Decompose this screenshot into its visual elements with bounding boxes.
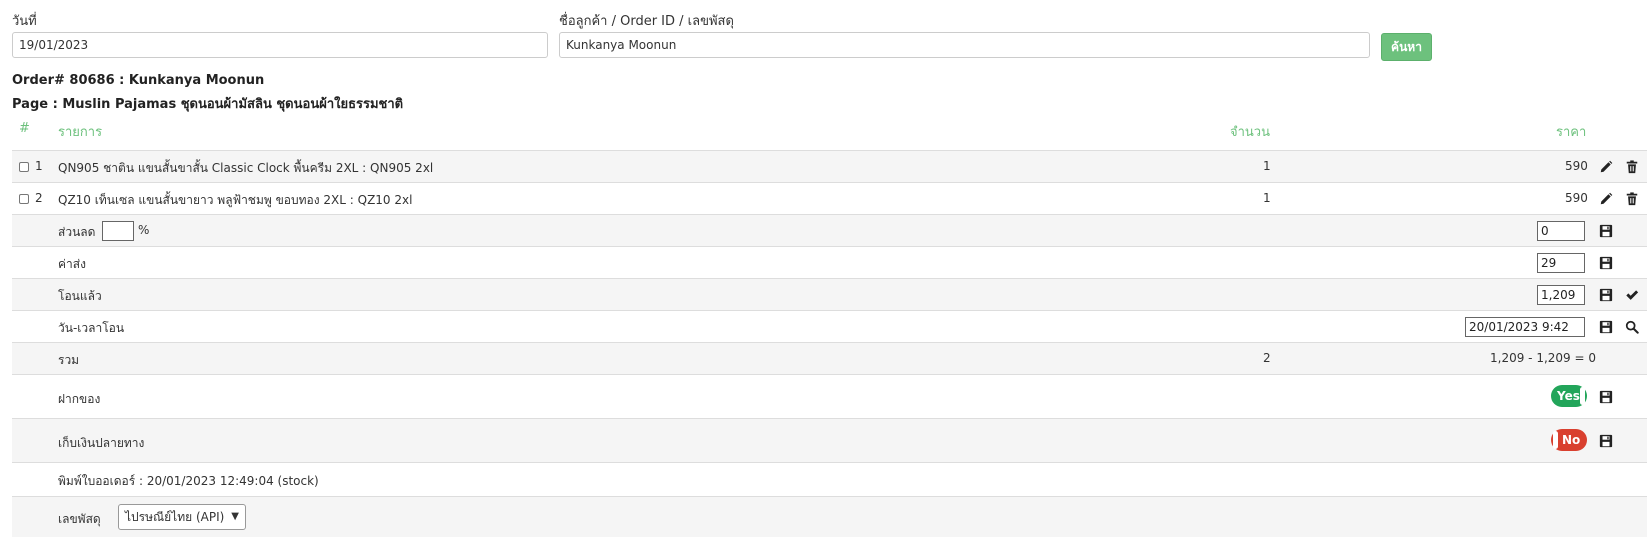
toggle-knob (1553, 431, 1558, 449)
deposit-row: ฝากของ Yes (12, 374, 1647, 418)
edit-icon[interactable] (1599, 192, 1613, 206)
transfer-time-label: วัน-เวลาโอน (58, 321, 125, 335)
tracking-label: เลขพัสดุ (58, 512, 101, 526)
row-number: 2 (35, 191, 43, 205)
deposit-toggle-label: Yes (1557, 389, 1580, 403)
trash-icon[interactable] (1625, 192, 1639, 206)
item-qty: 1 (1263, 191, 1271, 205)
save-icon[interactable] (1599, 434, 1613, 448)
tracking-row: เลขพัสดุ ไปรษณีย์ไทย (API) ▼ (12, 496, 1647, 537)
save-icon[interactable] (1599, 390, 1613, 404)
save-icon[interactable] (1599, 320, 1613, 334)
column-header-num: # (19, 121, 30, 136)
cod-label: เก็บเงินปลายทาง (58, 436, 145, 450)
customer-search-label: ชื่อลูกค้า / Order ID / เลขพัสดุ (559, 14, 734, 29)
total-qty: 2 (1263, 351, 1271, 365)
save-icon[interactable] (1599, 224, 1613, 238)
order-title: Order# 80686 : Kunkanya Moonun (12, 73, 265, 88)
deposit-toggle[interactable]: Yes (1551, 385, 1587, 407)
carrier-select[interactable]: ไปรษณีย์ไทย (API) ▼ (118, 504, 246, 530)
column-header-qty: จำนวน (1230, 125, 1270, 140)
printed-order-text: พิมพ์ใบออเดอร์ : 20/01/2023 12:49:04 (st… (58, 474, 319, 488)
item-name: QN905 ชาติน แขนสั้นขาสั้น Classic Clock … (58, 161, 434, 175)
chevron-down-icon: ▼ (231, 511, 239, 522)
deposit-label: ฝากของ (58, 392, 101, 406)
carrier-select-value: ไปรษณีย์ไทย (API) (125, 510, 225, 524)
date-label: วันที่ (12, 14, 37, 29)
search-icon[interactable] (1625, 320, 1639, 334)
row-select-checkbox[interactable] (19, 162, 29, 172)
row-select-checkbox[interactable] (19, 194, 29, 204)
total-calculation: 1,209 - 1,209 = 0 (1490, 351, 1596, 365)
item-qty: 1 (1263, 159, 1271, 173)
save-icon[interactable] (1599, 288, 1613, 302)
row-number: 1 (35, 159, 43, 173)
printed-row: พิมพ์ใบออเดอร์ : 20/01/2023 12:49:04 (st… (12, 462, 1647, 496)
cod-toggle-label: No (1562, 433, 1581, 447)
shipping-row: ค่าส่ง (12, 246, 1647, 278)
total-row: รวม 2 1,209 - 1,209 = 0 (12, 342, 1647, 374)
item-name: QZ10 เท็นเซล แขนสั้นขายาว พลูฟ้าชมพู ขอบ… (58, 193, 413, 207)
check-icon[interactable] (1625, 288, 1639, 302)
discount-amount-input[interactable] (1537, 221, 1585, 241)
column-header-price: ราคา (1556, 125, 1587, 140)
column-header-item: รายการ (58, 125, 103, 140)
table-row: 2 QZ10 เท็นเซล แขนสั้นขายาว พลูฟ้าชมพู ข… (12, 182, 1647, 214)
discount-percent-input[interactable] (102, 221, 134, 241)
edit-icon[interactable] (1599, 160, 1613, 174)
paid-amount-input[interactable] (1537, 285, 1585, 305)
discount-label: ส่วนลด (58, 225, 96, 239)
save-icon[interactable] (1599, 256, 1613, 270)
shipping-input[interactable] (1537, 253, 1585, 273)
discount-row: ส่วนลด % (12, 214, 1647, 246)
cod-row: เก็บเงินปลายทาง No (12, 418, 1647, 462)
item-price: 590 (1565, 191, 1588, 205)
table-row: 1 QN905 ชาติน แขนสั้นขาสั้น Classic Cloc… (12, 150, 1647, 182)
paid-label: โอนแล้ว (58, 289, 102, 303)
transfer-time-row: วัน-เวลาโอน (12, 310, 1647, 342)
total-label: รวม (58, 353, 80, 367)
trash-icon[interactable] (1625, 160, 1639, 174)
customer-search-input[interactable] (559, 32, 1370, 58)
transfer-time-input[interactable] (1465, 317, 1585, 337)
paid-row: โอนแล้ว (12, 278, 1647, 310)
date-input[interactable] (12, 32, 548, 58)
percent-sign: % (138, 223, 150, 237)
search-button[interactable]: ค้นหา (1381, 33, 1432, 61)
cod-toggle[interactable]: No (1551, 429, 1587, 451)
shipping-label: ค่าส่ง (58, 257, 86, 271)
page-title: Page : Muslin Pajamas ชุดนอนผ้ามัสลิน ชุ… (12, 97, 404, 112)
toggle-knob (1580, 387, 1585, 405)
item-price: 590 (1565, 159, 1588, 173)
